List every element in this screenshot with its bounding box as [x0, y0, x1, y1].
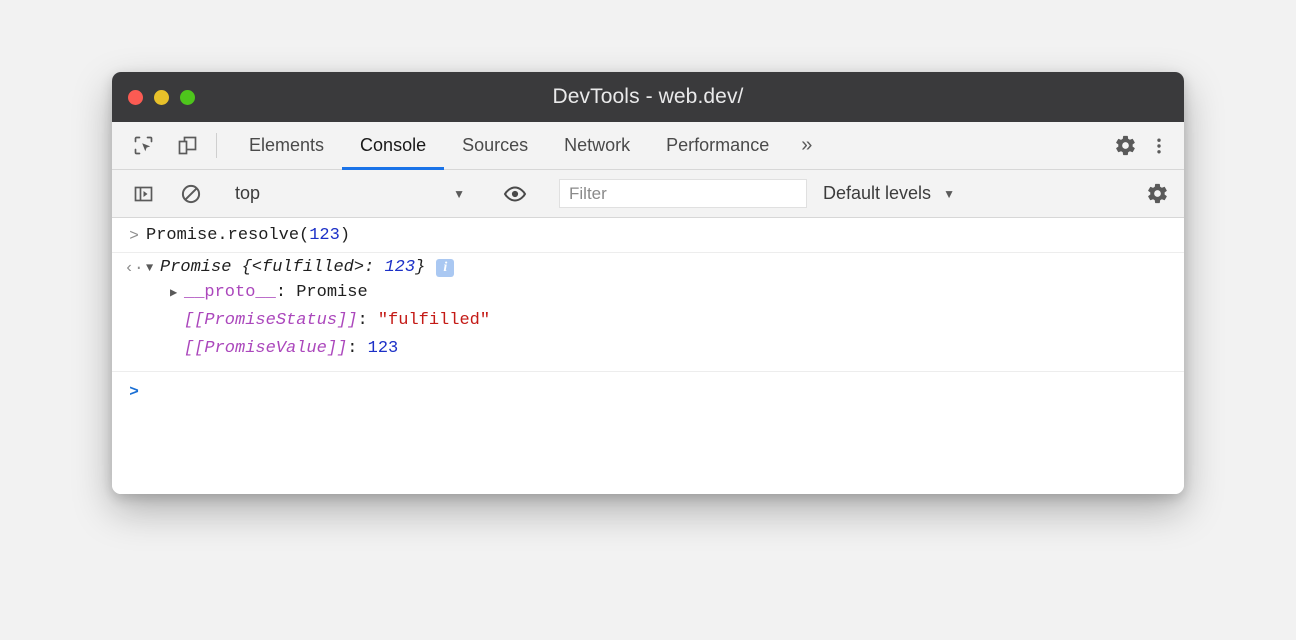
minimize-window-button[interactable]: [154, 90, 169, 105]
property-row-proto[interactable]: ▶__proto__: Promise: [112, 279, 1184, 307]
chevron-down-icon: ▼: [453, 187, 465, 201]
devtools-window: DevTools - web.dev/ Elements Console Sou…: [112, 72, 1184, 494]
chevron-down-icon: ▼: [943, 187, 955, 201]
close-window-button[interactable]: [128, 90, 143, 105]
result-marker-icon: ‹·: [112, 257, 146, 279]
filter-input[interactable]: [559, 179, 807, 208]
result-value: 123: [384, 258, 415, 277]
input-marker-icon: >: [112, 225, 146, 247]
info-badge-icon[interactable]: i: [436, 259, 454, 277]
result-brace-close: }: [415, 258, 425, 277]
tab-sources[interactable]: Sources: [444, 122, 546, 169]
property-value: 123: [368, 339, 399, 358]
console-sidebar-icon[interactable]: [128, 179, 158, 209]
property-separator: :: [276, 283, 296, 302]
maximize-window-button[interactable]: [180, 90, 195, 105]
tabbar-divider: [216, 133, 217, 158]
property-separator: :: [357, 311, 377, 330]
devtools-tabbar: Elements Console Sources Network Perform…: [112, 122, 1184, 170]
result-object-preview: Promise {<fulfilled>: 123}: [160, 257, 425, 279]
tab-elements[interactable]: Elements: [231, 122, 342, 169]
property-row-promisevalue: [[PromiseValue]]: 123: [112, 335, 1184, 363]
expand-triangle-icon[interactable]: ▼: [146, 257, 160, 279]
tab-network[interactable]: Network: [546, 122, 648, 169]
expression-number: 123: [309, 226, 340, 245]
expression-suffix: ): [340, 226, 350, 245]
result-summary-line[interactable]: ‹· ▼ Promise {<fulfilled>: 123} i: [112, 257, 1184, 279]
console-input-message: > Promise.resolve(123): [112, 218, 1184, 253]
property-key: __proto__: [184, 283, 276, 302]
tabbar-right-controls: [1077, 122, 1184, 169]
tab-overflow-chevron-icon[interactable]: »: [787, 122, 826, 169]
execution-context-selector[interactable]: top ▼: [235, 183, 471, 204]
traffic-light-group: [128, 72, 195, 122]
console-result-message: ‹· ▼ Promise {<fulfilled>: 123} i ▶__pro…: [112, 253, 1184, 372]
console-prompt[interactable]: >: [112, 372, 1184, 406]
clear-console-icon[interactable]: [176, 179, 206, 209]
expand-triangle-icon[interactable]: ▶: [170, 279, 184, 307]
property-row-promisestatus: [[PromiseStatus]]: "fulfilled": [112, 307, 1184, 335]
inspect-element-icon[interactable]: [128, 131, 158, 161]
tab-console[interactable]: Console: [342, 122, 444, 169]
property-value: "fulfilled": [378, 311, 490, 330]
execution-context-label: top: [235, 183, 260, 204]
eye-icon[interactable]: [500, 179, 530, 209]
window-titlebar: DevTools - web.dev/: [112, 72, 1184, 122]
tabbar-icon-group: [112, 122, 202, 169]
kebab-menu-icon[interactable]: [1144, 131, 1174, 161]
console-input-expression: Promise.resolve(123): [146, 225, 350, 247]
property-separator: :: [347, 339, 367, 358]
console-message-list[interactable]: > Promise.resolve(123) ‹· ▼ Promise {<fu…: [112, 218, 1184, 494]
expression-prefix: Promise.resolve(: [146, 226, 309, 245]
console-toolbar: top ▼ Default levels ▼: [112, 170, 1184, 218]
tab-performance[interactable]: Performance: [648, 122, 787, 169]
window-title: DevTools - web.dev/: [112, 85, 1184, 109]
device-toolbar-icon[interactable]: [172, 131, 202, 161]
property-key: [[PromiseValue]]: [184, 339, 347, 358]
property-value: Promise: [296, 283, 367, 302]
result-object-name: Promise: [160, 258, 231, 277]
log-level-label: Default levels: [823, 183, 931, 204]
devtools-settings-gear-icon[interactable]: [1110, 131, 1140, 161]
tab-list: Elements Console Sources Network Perform…: [231, 122, 1077, 169]
prompt-marker-icon: >: [112, 381, 146, 403]
result-brace-open: {<fulfilled>:: [231, 258, 384, 277]
console-settings-gear-icon[interactable]: [1142, 179, 1172, 209]
log-level-selector[interactable]: Default levels ▼: [823, 183, 955, 204]
property-key: [[PromiseStatus]]: [184, 311, 357, 330]
